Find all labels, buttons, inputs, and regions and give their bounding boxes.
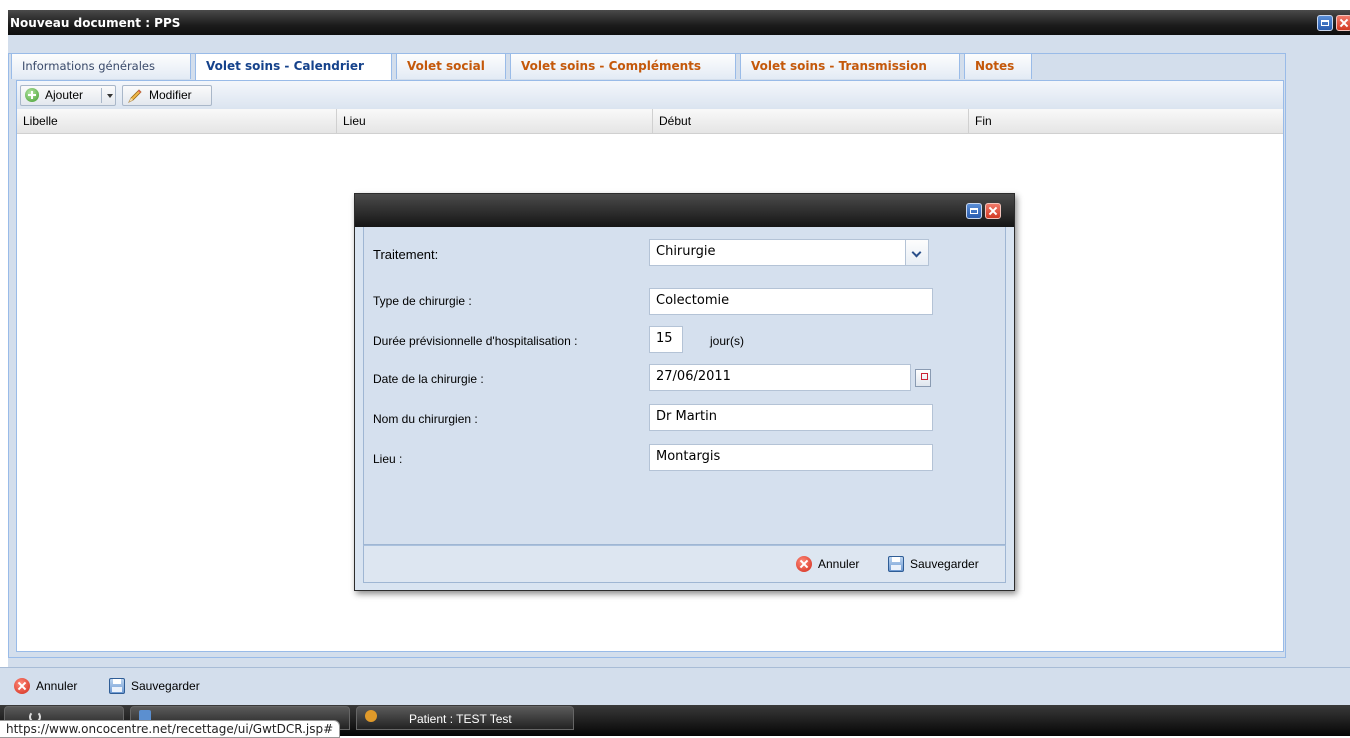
column-header-libelle[interactable]: Libelle <box>17 109 337 133</box>
duree-input[interactable]: 15 <box>649 326 683 353</box>
footer-cancel-button[interactable]: Annuler <box>36 679 77 693</box>
date-chirurgie-input[interactable]: 27/06/2011 <box>649 364 911 391</box>
calendar-icon[interactable] <box>915 369 931 387</box>
dialog-close-icon[interactable] <box>985 203 1001 219</box>
type-chirurgie-input[interactable]: Colectomie <box>649 288 933 315</box>
lieu-label: Lieu : <box>373 452 403 466</box>
dialog-cancel-icon <box>796 556 812 572</box>
add-button-label: Ajouter <box>45 88 84 102</box>
cancel-icon <box>14 678 30 694</box>
lieu-input[interactable]: Montargis <box>649 444 933 471</box>
status-url: https://www.oncocentre.net/recettage/ui/… <box>0 720 341 738</box>
traitement-value: Chirurgie <box>656 244 716 259</box>
chevron-down-icon[interactable] <box>905 240 928 265</box>
grid-header: Libelle Lieu Début Fin <box>17 109 1283 134</box>
dialog-save-button[interactable]: Sauvegarder <box>910 557 979 571</box>
tab-volet-soins-transmission[interactable]: Volet soins - Transmission <box>740 53 960 79</box>
save-icon <box>109 678 125 694</box>
tab-volet-social[interactable]: Volet social <box>396 53 506 79</box>
footer-save-button[interactable]: Sauvegarder <box>131 679 200 693</box>
column-header-fin[interactable]: Fin <box>969 109 1283 133</box>
edit-button-label: Modifier <box>149 88 192 102</box>
edit-button[interactable]: Modifier <box>122 85 212 106</box>
add-icon <box>25 88 39 102</box>
add-split-divider <box>101 88 102 103</box>
dialog-save-icon <box>888 556 904 572</box>
close-icon[interactable] <box>1336 15 1350 31</box>
duree-unit: jour(s) <box>710 334 745 348</box>
window-title: Nouveau document : PPS <box>10 16 181 30</box>
column-header-lieu[interactable]: Lieu <box>337 109 653 133</box>
surgery-dialog: Traitement: Chirurgie Type de chirurgie … <box>354 193 1015 591</box>
main-footer: Annuler Sauvegarder <box>0 667 1350 706</box>
tab-strip: Informations générales Volet soins - Cal… <box>8 35 1286 80</box>
tab-volet-soins-complements[interactable]: Volet soins - Compléments <box>510 53 736 79</box>
date-chirurgie-label: Date de la chirurgie : <box>373 372 484 386</box>
tab-informations-generales[interactable]: Informations générales <box>11 53 191 79</box>
dialog-cancel-button[interactable]: Annuler <box>818 557 859 571</box>
chirurgien-input[interactable]: Dr Martin <box>649 404 933 431</box>
window-titlebar: Nouveau document : PPS <box>0 0 1350 35</box>
taskbar-app-patient[interactable]: Patient : TEST Test <box>356 706 574 730</box>
chirurgien-label: Nom du chirurgien : <box>373 412 478 426</box>
add-button[interactable]: Ajouter <box>20 85 116 106</box>
grid-toolbar: Ajouter Modifier <box>17 81 1283 110</box>
tab-notes[interactable]: Notes <box>964 53 1032 79</box>
traitement-label: Traitement: <box>373 247 439 262</box>
traitement-select[interactable]: Chirurgie <box>649 239 929 266</box>
tab-volet-soins-calendrier[interactable]: Volet soins - Calendrier <box>195 53 392 80</box>
column-header-debut[interactable]: Début <box>653 109 969 133</box>
patient-label: Patient : TEST Test <box>409 712 512 726</box>
chevron-down-icon[interactable] <box>107 94 113 98</box>
patient-icon <box>365 710 377 722</box>
dialog-restore-icon[interactable] <box>966 203 982 219</box>
dialog-footer: Annuler Sauvegarder <box>363 545 1006 583</box>
type-chirurgie-label: Type de chirurgie : <box>373 294 472 308</box>
duree-label: Durée prévisionnelle d'hospitalisation : <box>373 334 578 348</box>
dialog-body: Traitement: Chirurgie Type de chirurgie … <box>363 227 1006 545</box>
restore-icon[interactable] <box>1317 15 1333 31</box>
dialog-header <box>355 194 1014 227</box>
pencil-icon <box>128 89 142 103</box>
titlebar-background <box>8 10 1350 35</box>
